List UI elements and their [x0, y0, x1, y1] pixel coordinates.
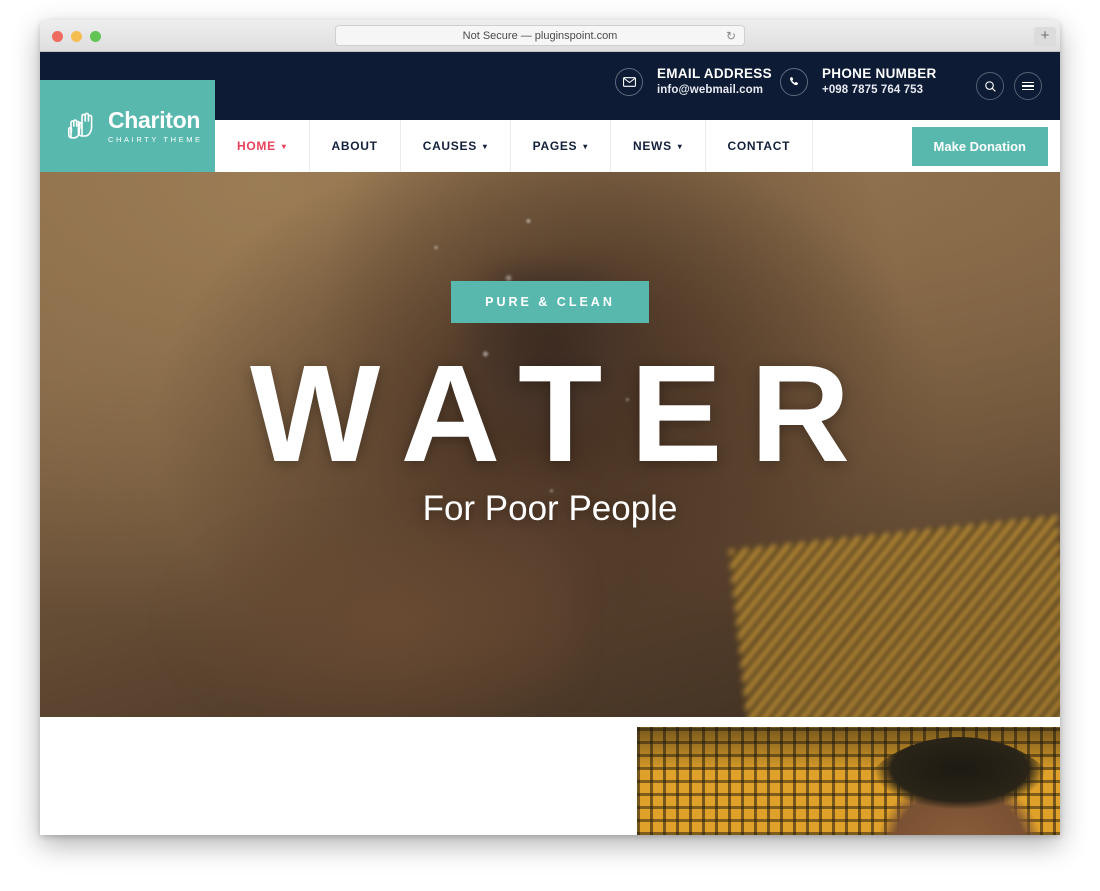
phone-icon	[780, 68, 808, 97]
chevron-down-icon: ▾	[281, 141, 287, 151]
address-bar[interactable]: Not Secure — pluginspoint.com ↻	[335, 25, 745, 46]
contact-email-value: info@webmail.com	[657, 83, 764, 96]
contact-email[interactable]: EMAIL ADDRESS info@webmail.com	[615, 66, 772, 98]
close-window-button[interactable]	[52, 31, 63, 42]
page-viewport: EMAIL ADDRESS info@webmail.com PHONE NUM…	[40, 52, 1060, 835]
logo-brand-name: Chariton	[108, 106, 201, 133]
nav-label-about: ABOUT	[331, 139, 378, 153]
header-actions	[976, 72, 1042, 100]
address-bar-text: Not Secure — pluginspoint.com	[462, 29, 618, 42]
new-tab-button[interactable]: +	[1034, 27, 1056, 47]
envelope-icon	[615, 68, 643, 97]
reload-icon[interactable]: ↻	[726, 30, 736, 42]
nav-item-about[interactable]: ABOUT	[310, 120, 401, 172]
nav-item-causes[interactable]: CAUSES ▾	[401, 120, 511, 172]
nav-item-contact[interactable]: CONTACT	[706, 120, 814, 172]
raised-hands-icon	[62, 106, 98, 147]
nav-label-contact: CONTACT	[727, 139, 791, 153]
nav-label-home: HOME	[237, 139, 276, 153]
chevron-down-icon: ▾	[583, 141, 588, 151]
contact-phone-label: PHONE NUMBER	[822, 66, 937, 81]
secondary-slide-image[interactable]	[637, 727, 1060, 835]
content-section-placeholder	[40, 777, 637, 835]
nav-item-home[interactable]: HOME ▾	[215, 120, 310, 172]
hero-subtitle: For Poor People	[422, 488, 678, 528]
make-donation-button[interactable]: Make Donation	[911, 126, 1048, 166]
nav-label-pages: PAGES	[532, 139, 578, 153]
hero-title: WATER	[249, 336, 879, 491]
browser-titlebar: Not Secure — pluginspoint.com ↻ +	[40, 20, 1060, 52]
hamburger-icon	[1022, 81, 1034, 91]
nav-label-news: NEWS	[632, 139, 672, 153]
contact-phone-value: +098 7875 764 753	[822, 83, 924, 96]
contact-email-label: EMAIL ADDRESS	[657, 66, 772, 81]
main-navigation: HOME ▾ ABOUT CAUSES ▾ PAGES ▾ NEWS ▾ CON…	[215, 120, 1060, 172]
site-logo[interactable]: Chariton CHAIRTY THEME	[40, 80, 215, 172]
maximize-window-button[interactable]	[90, 31, 101, 42]
minimize-window-button[interactable]	[71, 31, 82, 42]
hero-badge: PURE & CLEAN	[451, 280, 649, 323]
nav-item-news[interactable]: NEWS ▾	[611, 120, 706, 172]
chevron-down-icon: ▾	[482, 141, 488, 151]
browser-window: Not Secure — pluginspoint.com ↻ + EMAIL …	[40, 20, 1060, 835]
search-button[interactable]	[976, 72, 1004, 100]
logo-tagline: CHAIRTY THEME	[108, 134, 203, 144]
window-controls[interactable]	[52, 31, 101, 42]
nav-label-causes: CAUSES	[422, 139, 477, 153]
chevron-down-icon: ▾	[677, 141, 683, 151]
nav-item-pages[interactable]: PAGES ▾	[511, 120, 611, 172]
menu-toggle-button[interactable]	[1014, 72, 1042, 100]
contact-phone[interactable]: PHONE NUMBER +098 7875 764 753	[780, 66, 937, 98]
